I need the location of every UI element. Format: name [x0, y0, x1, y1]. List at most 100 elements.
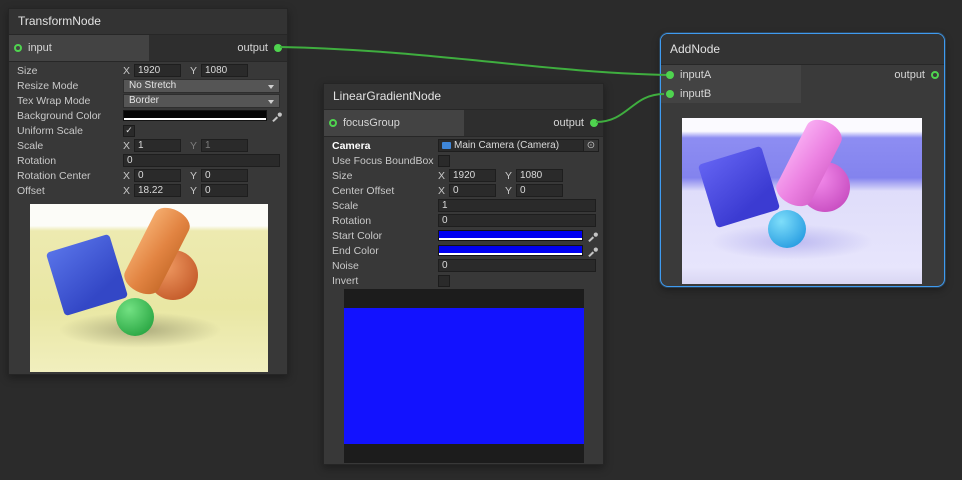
camera-object-icon — [442, 142, 451, 149]
rotation-label: Rotation — [17, 155, 123, 167]
add-preview-image — [682, 118, 922, 284]
output-port-icon[interactable] — [274, 44, 282, 52]
y-axis-label: Y — [190, 170, 199, 182]
scale-field[interactable]: 1 — [438, 199, 596, 212]
rotation-center-y-field[interactable]: 0 — [201, 169, 248, 182]
color-swatch-main — [124, 111, 266, 118]
offset-y-field[interactable]: 0 — [201, 184, 248, 197]
size-y-field[interactable]: 1080 — [516, 169, 563, 182]
size-row: Size X 1920 Y 1080 — [9, 63, 287, 78]
use-focus-label: Use Focus BoundBox — [332, 155, 438, 167]
invert-checkbox[interactable] — [438, 275, 450, 287]
color-swatch-main — [439, 246, 582, 253]
inputA-port-icon[interactable] — [666, 71, 674, 79]
uniform-scale-label: Uniform Scale — [17, 125, 123, 137]
background-color-row: Background Color — [9, 108, 287, 123]
output-port-icon[interactable] — [931, 71, 939, 79]
y-axis-label: Y — [190, 65, 199, 77]
background-color-swatch[interactable] — [123, 110, 267, 121]
rotation-field[interactable]: 0 — [123, 154, 280, 167]
input-port-icon[interactable] — [14, 44, 22, 52]
start-color-swatch[interactable] — [438, 230, 583, 241]
uniform-scale-checkbox[interactable]: ✓ — [123, 125, 135, 137]
center-offset-x-field[interactable]: 0 — [449, 184, 496, 197]
rotation-center-x-field[interactable]: 0 — [134, 169, 181, 182]
scale-row: Scale X 1 Y 1 — [9, 138, 287, 153]
linear-gradient-port-focusgroup[interactable]: focusGroup — [324, 110, 464, 136]
end-color-swatch[interactable] — [438, 245, 583, 256]
node-graph-canvas[interactable]: TransformNode input output Size X 1920 Y… — [0, 0, 962, 480]
start-color-row: Start Color — [324, 228, 603, 243]
resize-mode-label: Resize Mode — [17, 80, 123, 92]
size-x-field[interactable]: 1920 — [449, 169, 496, 182]
size-row: Size X 1920 Y 1080 — [324, 168, 603, 183]
object-picker-icon[interactable]: ⊙ — [584, 139, 599, 152]
scale-y-field: 1 — [201, 139, 248, 152]
output-port-label: output — [553, 117, 584, 129]
scale-x-field[interactable]: 1 — [134, 139, 181, 152]
linear-gradient-preview-image — [344, 289, 584, 463]
cyan-sphere-shape — [768, 210, 806, 248]
transform-node[interactable]: TransformNode input output Size X 1920 Y… — [8, 8, 288, 375]
center-offset-y-field[interactable]: 0 — [516, 184, 563, 197]
x-axis-label: X — [123, 140, 132, 152]
size-x-field[interactable]: 1920 — [134, 64, 181, 77]
edge-gradient-output-to-add-inputB[interactable] — [596, 94, 664, 122]
y-axis-label: Y — [190, 185, 199, 197]
edge-transform-output-to-add-inputA[interactable] — [280, 47, 666, 75]
resize-mode-dropdown[interactable]: No Stretch — [123, 79, 280, 93]
inputA-port-label: inputA — [680, 69, 711, 81]
add-node[interactable]: AddNode inputA inputB output — [660, 33, 945, 287]
camera-label: Camera — [332, 140, 438, 152]
chevron-down-icon — [268, 100, 274, 104]
transform-port-input[interactable]: input — [9, 35, 149, 61]
blue-cube-shape — [698, 146, 780, 228]
port-inputA[interactable]: inputA — [661, 65, 801, 84]
invert-label: Invert — [332, 275, 438, 287]
y-axis-label: Y — [505, 170, 514, 182]
focusgroup-port-label: focusGroup — [343, 117, 400, 129]
x-axis-label: X — [438, 185, 447, 197]
resize-mode-row: Resize Mode No Stretch — [9, 78, 287, 93]
inputB-port-icon[interactable] — [666, 90, 674, 98]
focusgroup-port-icon[interactable] — [329, 119, 337, 127]
offset-x-field[interactable]: 18.22 — [134, 184, 181, 197]
color-swatch-main — [439, 231, 582, 238]
x-axis-label: X — [438, 170, 447, 182]
eyedropper-icon[interactable] — [587, 245, 599, 257]
port-inputB[interactable]: inputB — [661, 84, 801, 103]
color-swatch-alpha — [439, 238, 582, 240]
rotation-field[interactable]: 0 — [438, 214, 596, 227]
offset-row: Offset X 18.22 Y 0 — [9, 183, 287, 198]
eyedropper-icon[interactable] — [271, 110, 283, 122]
input-ports-group: inputA inputB — [661, 65, 801, 103]
output-port-icon[interactable] — [590, 119, 598, 127]
eyedropper-icon[interactable] — [587, 230, 599, 242]
x-axis-label: X — [123, 170, 132, 182]
transform-preview-image — [30, 204, 268, 372]
noise-field[interactable]: 0 — [438, 259, 596, 272]
start-color-label: Start Color — [332, 230, 438, 242]
linear-gradient-port-output[interactable]: output — [464, 110, 603, 136]
size-y-field[interactable]: 1080 — [201, 64, 248, 77]
camera-object-value: Main Camera (Camera) — [454, 140, 559, 151]
color-swatch-alpha — [439, 253, 582, 255]
gradient-fill — [344, 308, 584, 444]
transform-properties: Size X 1920 Y 1080 Resize Mode No Stretc… — [9, 62, 287, 198]
y-axis-label: Y — [505, 185, 514, 197]
size-label: Size — [332, 170, 438, 182]
tex-wrap-dropdown[interactable]: Border — [123, 94, 280, 108]
rotation-row: Rotation 0 — [324, 213, 603, 228]
transform-port-output[interactable]: output — [149, 35, 287, 61]
scale-row: Scale 1 — [324, 198, 603, 213]
linear-gradient-node[interactable]: LinearGradientNode focusGroup output Cam… — [323, 83, 604, 465]
camera-row: Camera Main Camera (Camera) ⊙ — [324, 138, 603, 153]
color-swatch-alpha — [124, 118, 266, 120]
port-output[interactable]: output — [894, 65, 944, 84]
linear-gradient-node-title: LinearGradientNode — [324, 84, 603, 110]
offset-label: Offset — [17, 185, 123, 197]
check-icon: ✓ — [125, 126, 133, 135]
linear-gradient-properties: Camera Main Camera (Camera) ⊙ Use Focus … — [324, 137, 603, 288]
use-focus-checkbox[interactable] — [438, 155, 450, 167]
camera-object-field[interactable]: Main Camera (Camera) — [438, 139, 584, 152]
